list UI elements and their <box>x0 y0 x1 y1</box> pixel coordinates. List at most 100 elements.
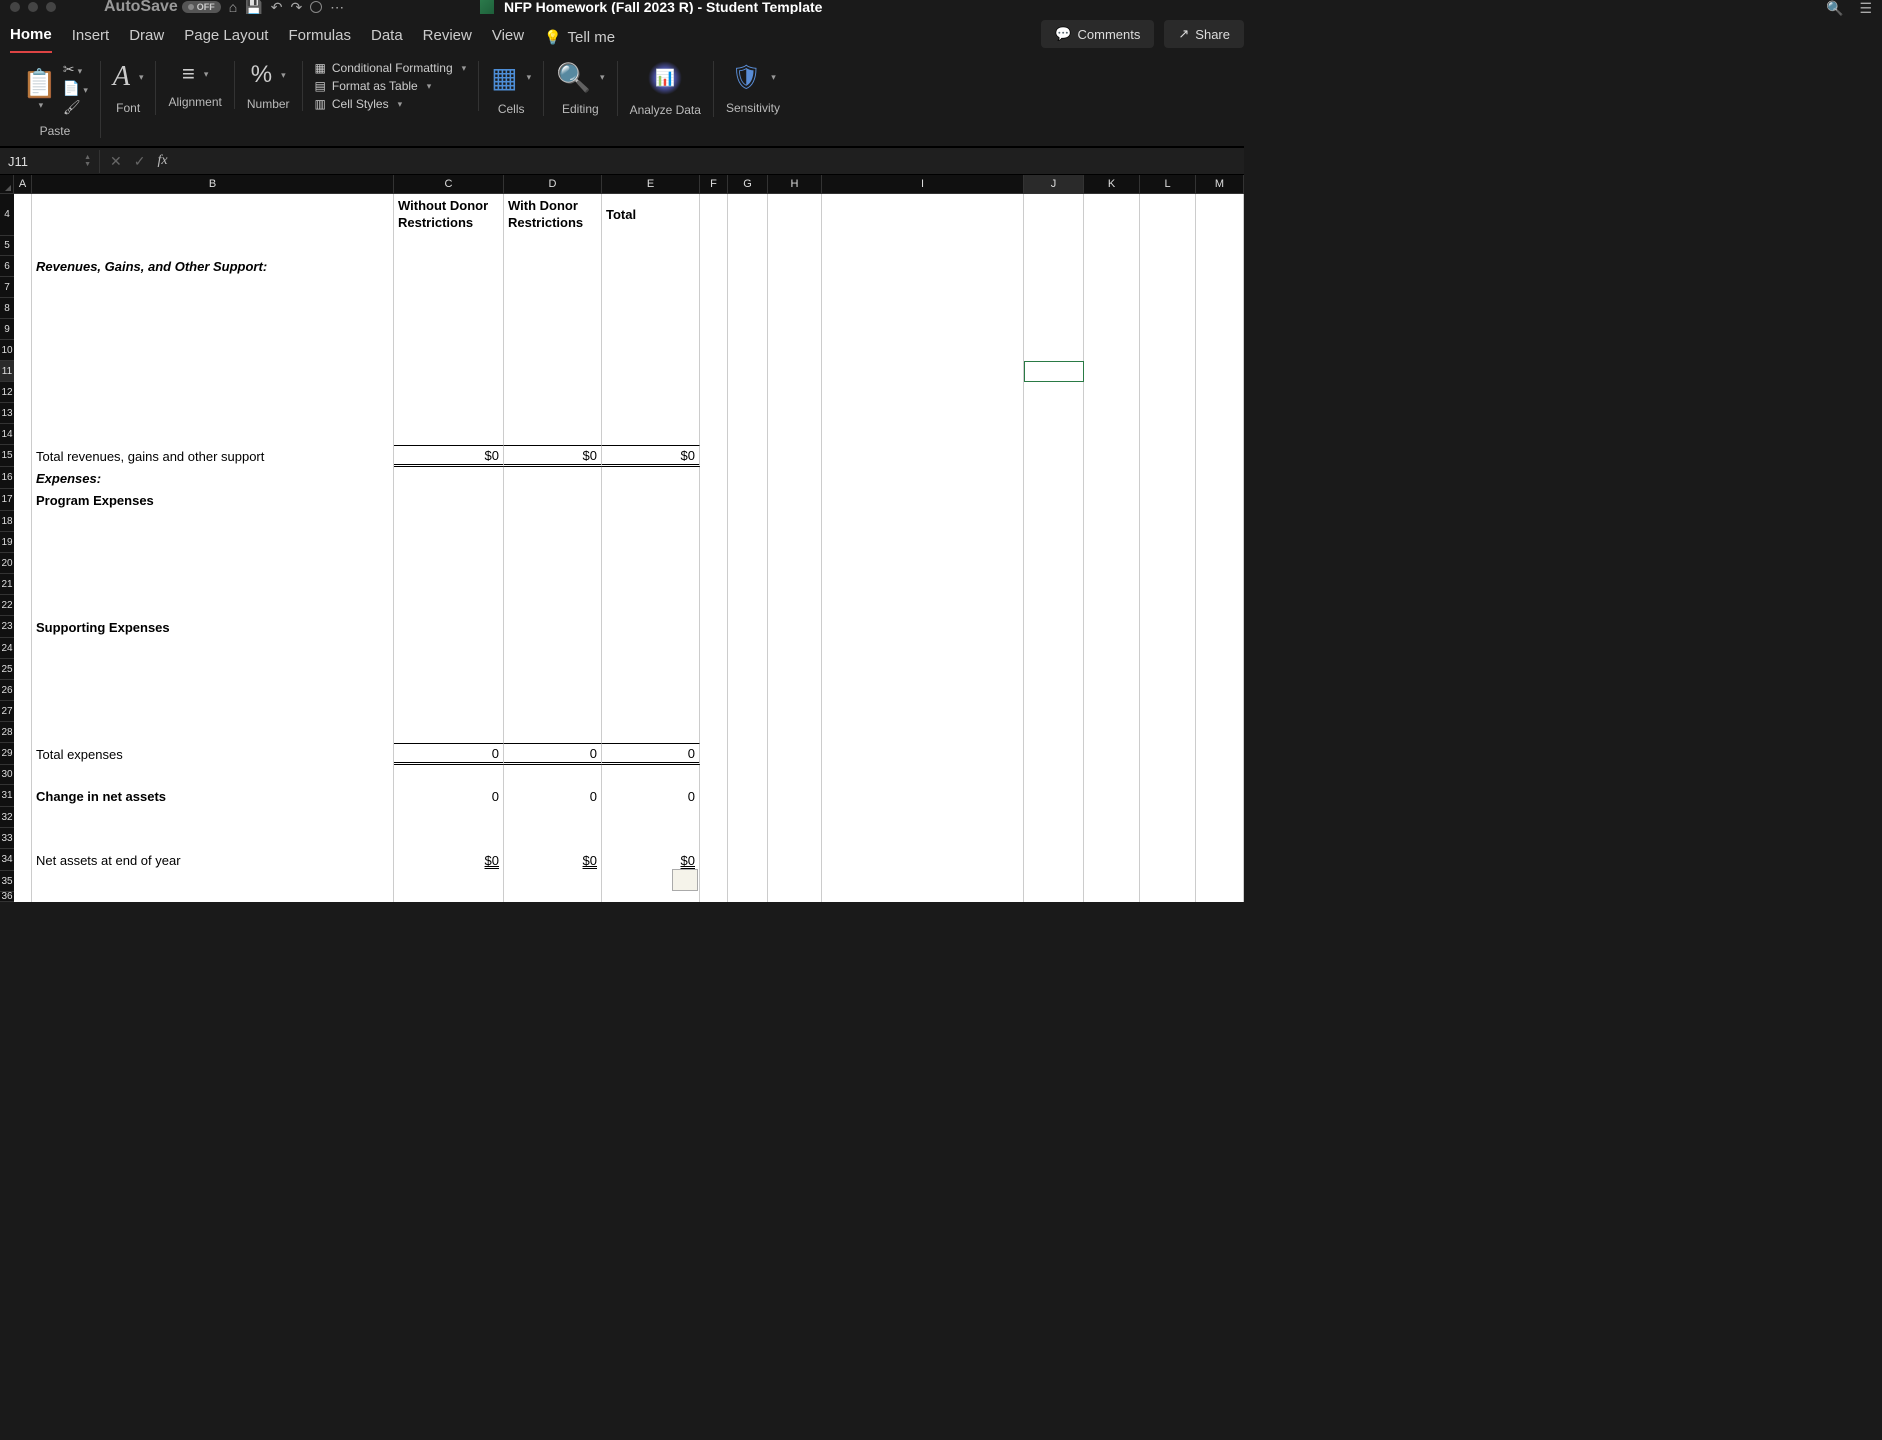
cell-M28[interactable] <box>1196 722 1244 743</box>
cell-D23[interactable] <box>504 616 602 638</box>
cell-A6[interactable] <box>14 256 32 277</box>
cell-H25[interactable] <box>768 659 822 680</box>
cell-D4[interactable]: With Donor Restrictions <box>504 194 602 236</box>
cell-G9[interactable] <box>728 319 768 340</box>
cell-J18[interactable] <box>1024 511 1084 532</box>
row-header-15[interactable]: 15 <box>0 445 14 467</box>
cell-I24[interactable] <box>822 638 1024 659</box>
row-header-13[interactable]: 13 <box>0 403 14 424</box>
cell-J32[interactable] <box>1024 807 1084 828</box>
cell-J31[interactable] <box>1024 785 1084 807</box>
cell-D11[interactable] <box>504 361 602 382</box>
cell-K32[interactable] <box>1084 807 1140 828</box>
cell-G22[interactable] <box>728 595 768 616</box>
cell-D33[interactable] <box>504 828 602 849</box>
cell-A26[interactable] <box>14 680 32 701</box>
cell-D24[interactable] <box>504 638 602 659</box>
row-header-19[interactable]: 19 <box>0 532 14 553</box>
cell-L9[interactable] <box>1140 319 1196 340</box>
cell-B20[interactable] <box>32 553 394 574</box>
cell-G26[interactable] <box>728 680 768 701</box>
cell-I30[interactable] <box>822 765 1024 785</box>
cell-F35[interactable] <box>700 871 728 892</box>
cell-G11[interactable] <box>728 361 768 382</box>
cell-M36[interactable] <box>1196 892 1244 902</box>
cell-G5[interactable] <box>728 236 768 256</box>
cell-B4[interactable] <box>32 194 394 236</box>
cell-M27[interactable] <box>1196 701 1244 722</box>
cell-M24[interactable] <box>1196 638 1244 659</box>
cell-K33[interactable] <box>1084 828 1140 849</box>
cell-D22[interactable] <box>504 595 602 616</box>
cell-G21[interactable] <box>728 574 768 595</box>
cell-K7[interactable] <box>1084 277 1140 298</box>
cell-G34[interactable] <box>728 849 768 871</box>
cell-K16[interactable] <box>1084 467 1140 489</box>
select-all-corner[interactable] <box>0 175 14 193</box>
cell-G32[interactable] <box>728 807 768 828</box>
cell-C24[interactable] <box>394 638 504 659</box>
cell-A32[interactable] <box>14 807 32 828</box>
cell-C22[interactable] <box>394 595 504 616</box>
cell-G16[interactable] <box>728 467 768 489</box>
cell-I7[interactable] <box>822 277 1024 298</box>
cell-I16[interactable] <box>822 467 1024 489</box>
cell-K28[interactable] <box>1084 722 1140 743</box>
cell-F34[interactable] <box>700 849 728 871</box>
copy-icon[interactable]: 📄▾ <box>63 80 88 97</box>
cell-A10[interactable] <box>14 340 32 361</box>
cell-M34[interactable] <box>1196 849 1244 871</box>
col-header-E[interactable]: E <box>602 175 700 193</box>
cell-G31[interactable] <box>728 785 768 807</box>
cell-J10[interactable] <box>1024 340 1084 361</box>
cell-L16[interactable] <box>1140 467 1196 489</box>
cell-B34[interactable]: Net assets at end of year <box>32 849 394 871</box>
cell-B35[interactable] <box>32 871 394 892</box>
col-header-G[interactable]: G <box>728 175 768 193</box>
cell-C31[interactable]: 0 <box>394 785 504 807</box>
cell-B23[interactable]: Supporting Expenses <box>32 616 394 638</box>
cell-L13[interactable] <box>1140 403 1196 424</box>
cell-L31[interactable] <box>1140 785 1196 807</box>
cell-F9[interactable] <box>700 319 728 340</box>
row-header-17[interactable]: 17 <box>0 489 14 511</box>
cell-L8[interactable] <box>1140 298 1196 319</box>
cell-J11[interactable] <box>1024 361 1084 382</box>
cell-J28[interactable] <box>1024 722 1084 743</box>
row-header-10[interactable]: 10 <box>0 340 14 361</box>
formula-input[interactable] <box>178 157 1244 165</box>
cell-E31[interactable]: 0 <box>602 785 700 807</box>
cell-L15[interactable] <box>1140 445 1196 467</box>
cell-M5[interactable] <box>1196 236 1244 256</box>
cell-L21[interactable] <box>1140 574 1196 595</box>
cell-F30[interactable] <box>700 765 728 785</box>
cell-H13[interactable] <box>768 403 822 424</box>
cell-E17[interactable] <box>602 489 700 511</box>
cell-C10[interactable] <box>394 340 504 361</box>
row-header-33[interactable]: 33 <box>0 828 14 849</box>
row-header-23[interactable]: 23 <box>0 616 14 638</box>
cell-C7[interactable] <box>394 277 504 298</box>
chevron-down-icon[interactable]: ▾ <box>139 72 144 83</box>
cell-B28[interactable] <box>32 722 394 743</box>
cell-E5[interactable] <box>602 236 700 256</box>
col-header-J[interactable]: J <box>1024 175 1084 193</box>
cell-D17[interactable] <box>504 489 602 511</box>
cell-D16[interactable] <box>504 467 602 489</box>
cell-C32[interactable] <box>394 807 504 828</box>
cell-L26[interactable] <box>1140 680 1196 701</box>
cell-C14[interactable] <box>394 424 504 445</box>
cell-D34[interactable]: $0 <box>504 849 602 871</box>
cell-I10[interactable] <box>822 340 1024 361</box>
cell-D9[interactable] <box>504 319 602 340</box>
cell-A4[interactable] <box>14 194 32 236</box>
cell-J14[interactable] <box>1024 424 1084 445</box>
cell-D13[interactable] <box>504 403 602 424</box>
cell-H20[interactable] <box>768 553 822 574</box>
row-header-35[interactable]: 35 <box>0 871 14 892</box>
cell-E18[interactable] <box>602 511 700 532</box>
cell-B18[interactable] <box>32 511 394 532</box>
cell-I21[interactable] <box>822 574 1024 595</box>
row-header-14[interactable]: 14 <box>0 424 14 445</box>
cell-C21[interactable] <box>394 574 504 595</box>
